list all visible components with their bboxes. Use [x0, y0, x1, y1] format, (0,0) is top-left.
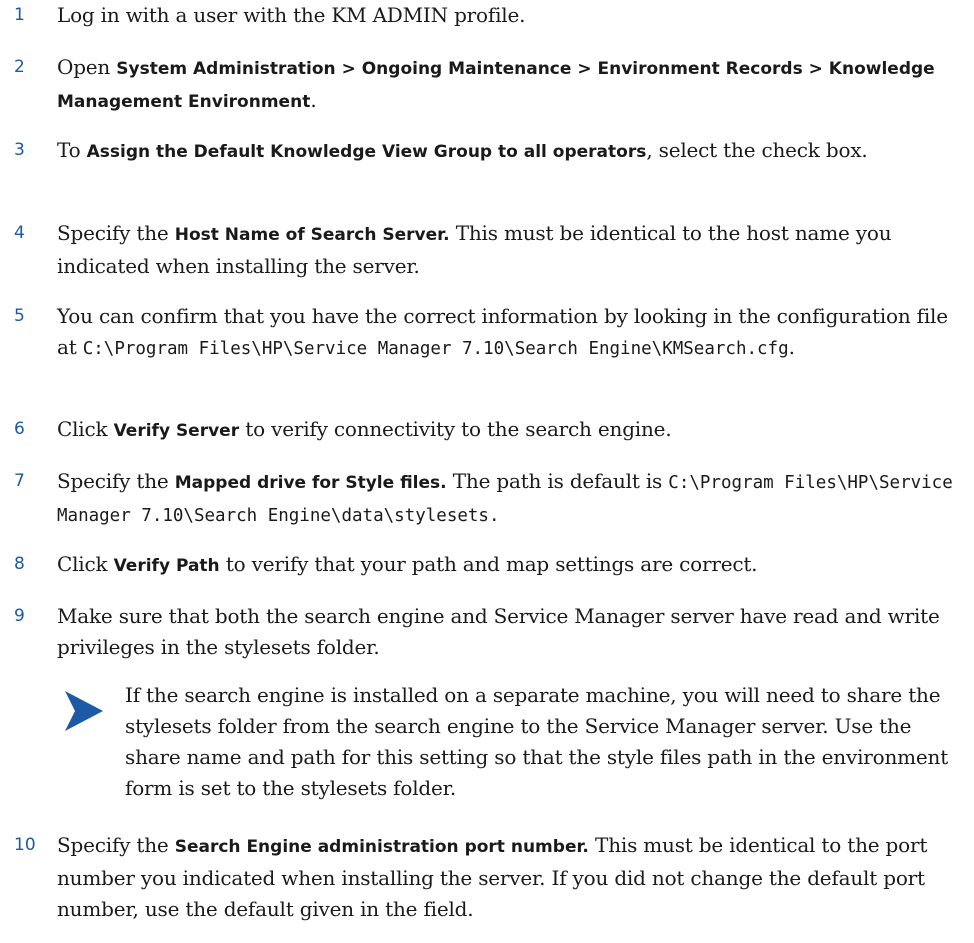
- step-text: Open System Administration > Ongoing Mai…: [57, 52, 962, 118]
- text-run: Make sure that both the search engine an…: [57, 604, 940, 659]
- text-run: The path is default is: [446, 469, 669, 493]
- file-path: C:\Program Files\HP\Service Manager 7.10…: [82, 339, 789, 359]
- document-page: 1 Log in with a user with the KM ADMIN p…: [0, 0, 974, 943]
- ui-term: Mapped drive for Style files.: [174, 473, 447, 493]
- step-number: 2: [14, 57, 25, 77]
- step-number: 5: [14, 306, 25, 326]
- text-run: Click: [57, 417, 114, 441]
- ui-term: Verify Path: [113, 556, 220, 576]
- text-run: to verify connectivity to the search eng…: [239, 417, 672, 441]
- note-arrow-icon: [65, 691, 103, 731]
- text-run: Log in with a user with the KM ADMIN pro…: [57, 3, 526, 27]
- text-run: Specify the: [57, 833, 175, 857]
- text-run: Specify the: [57, 469, 175, 493]
- text-run: Click: [57, 552, 114, 576]
- ui-term: Verify Server: [113, 421, 240, 441]
- note-text: If the search engine is installed on a s…: [125, 683, 949, 800]
- text-run: Specify the: [57, 221, 175, 245]
- note-arrow-shape: [65, 691, 103, 731]
- ui-term: Host Name of Search Server.: [174, 225, 450, 245]
- step-text: You can confirm that you have the correc…: [57, 301, 962, 365]
- text-run: Open: [57, 55, 117, 79]
- step-number: 7: [14, 471, 25, 491]
- step-text: Click Verify Path to verify that your pa…: [57, 549, 962, 582]
- step-text: Specify the Search Engine administration…: [57, 830, 962, 925]
- ui-term: System Administration > Ongoing Maintena…: [57, 59, 935, 112]
- step-text: Specify the Host Name of Search Server. …: [57, 218, 962, 282]
- text-run: To: [57, 138, 87, 162]
- text-run: .: [310, 88, 317, 112]
- step-number: 8: [14, 554, 25, 574]
- text-run: to verify that your path and map setting…: [219, 552, 758, 576]
- step-number: 9: [14, 606, 25, 626]
- step-text: To Assign the Default Knowledge View Gro…: [57, 135, 962, 168]
- step-number: 10: [14, 835, 36, 855]
- step-text: Log in with a user with the KM ADMIN pro…: [57, 0, 962, 31]
- step-number: 3: [14, 140, 25, 160]
- step-number: 6: [14, 419, 25, 439]
- step-text: Specify the Mapped drive for Style files…: [57, 466, 962, 532]
- step-text: Make sure that both the search engine an…: [57, 601, 962, 663]
- text-run: .: [788, 335, 795, 359]
- ui-term: Assign the Default Knowledge View Group …: [86, 142, 647, 162]
- step-number: 4: [14, 223, 25, 243]
- step-number: 1: [14, 5, 25, 25]
- ui-term: Search Engine administration port number…: [174, 837, 589, 857]
- step-text: Click Verify Server to verify connectivi…: [57, 414, 962, 447]
- text-run: , select the check box.: [646, 138, 868, 162]
